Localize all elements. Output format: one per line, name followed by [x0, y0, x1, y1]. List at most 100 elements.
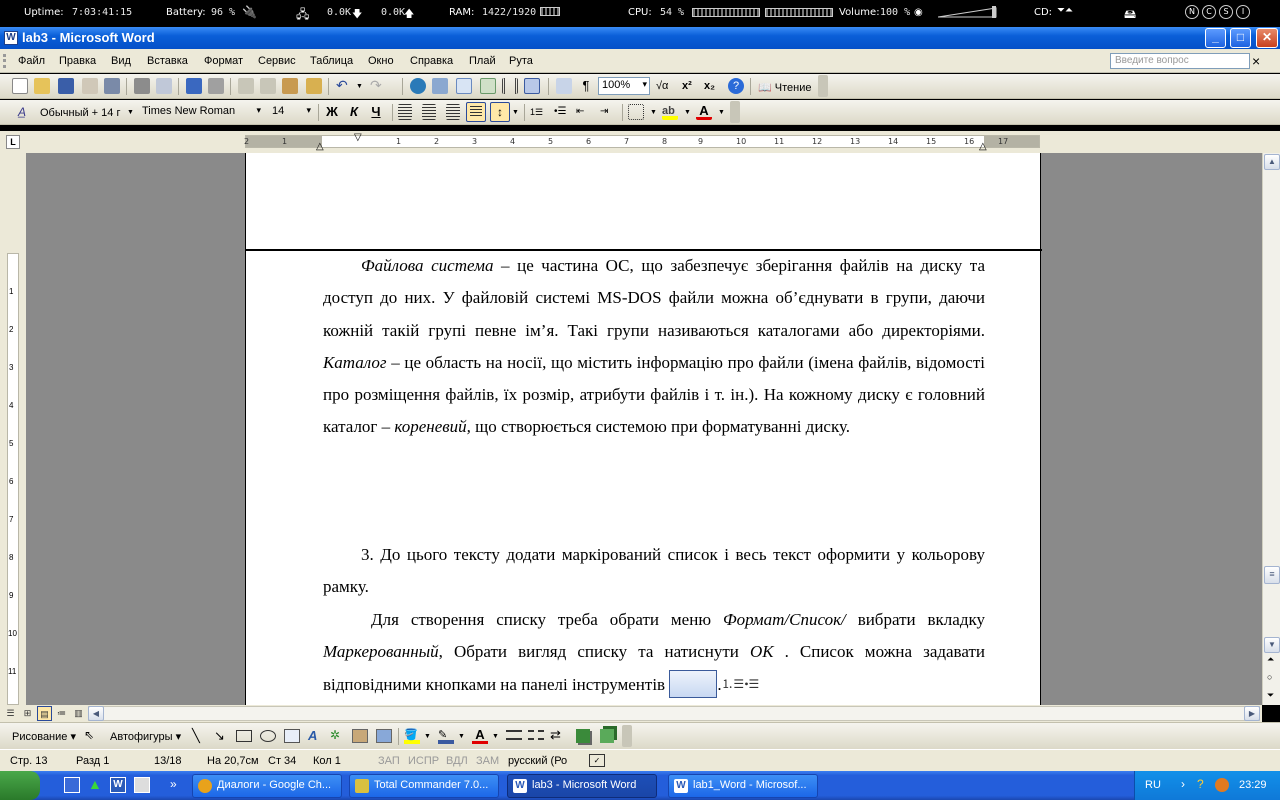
fill-color-icon[interactable]: 🪣 [404, 728, 420, 744]
line-color-dropdown-icon[interactable]: ▼ [458, 733, 465, 740]
drive-icon[interactable]: 🖴 [1124, 5, 1136, 26]
horizontal-scroll-track[interactable]: ◀ ▶ [88, 706, 1260, 721]
copy-icon[interactable] [260, 78, 276, 94]
align-center-icon[interactable] [422, 104, 436, 120]
email-icon[interactable] [104, 78, 120, 94]
scroll-down-button[interactable]: ▼ [1264, 637, 1280, 653]
subscript-icon[interactable]: x₂ [704, 78, 720, 94]
menu-edit[interactable]: Правка [59, 55, 96, 67]
spelling-status-icon[interactable]: ✓ [589, 754, 605, 767]
help-question-input[interactable]: Введите вопрос [1110, 53, 1250, 69]
arrow-style-icon[interactable]: ⇄ [550, 727, 561, 743]
bold-button[interactable]: Ж [324, 104, 340, 120]
font-size-combo[interactable]: 14 [268, 103, 314, 121]
borders-icon[interactable] [628, 104, 644, 120]
italic-button[interactable]: К [346, 104, 362, 120]
font-color-dropdown-icon[interactable]: ▼ [718, 109, 725, 116]
fill-color-dropdown-icon[interactable]: ▼ [424, 733, 431, 740]
drawing-icon[interactable] [524, 78, 540, 94]
save-icon[interactable] [58, 78, 74, 94]
decrease-indent-icon[interactable]: ⇤ [576, 104, 592, 120]
reading-mode-button[interactable]: 📖 Чтение [758, 81, 811, 94]
status-track-changes[interactable]: ИСПР [408, 755, 439, 767]
paragraph-task3[interactable]: 3. До цього тексту додати маркірований с… [323, 539, 985, 604]
toolbar-options-button[interactable] [622, 725, 632, 747]
horizontal-scrollbar[interactable]: ☰ ⊞ ▤ ≔ ▥ ◀ ▶ [0, 705, 1262, 722]
quicklaunch-word-icon[interactable]: W [110, 777, 126, 793]
undo-icon[interactable]: ↶ [336, 78, 352, 94]
equation-icon[interactable]: √α [656, 78, 672, 94]
menu-tools[interactable]: Сервис [258, 55, 296, 67]
print-icon[interactable] [134, 78, 150, 94]
speaker-icon[interactable]: ◉ [914, 7, 923, 18]
quicklaunch-triangle-icon[interactable]: ▲ [88, 776, 102, 792]
next-page-icon[interactable]: ⏷ [1267, 690, 1274, 701]
status-language[interactable]: русский (Ро [508, 755, 567, 767]
tray-app-icon[interactable] [1215, 778, 1229, 792]
font-color-icon[interactable]: A [696, 104, 712, 120]
oval-icon[interactable] [260, 730, 276, 742]
print-layout-icon[interactable]: ▤ [37, 706, 52, 721]
increase-indent-icon[interactable]: ⇥ [600, 104, 616, 120]
quicklaunch-more-button[interactable]: » [170, 777, 177, 791]
highlight-icon[interactable]: ab [662, 104, 678, 120]
borders-dropdown-icon[interactable]: ▼ [650, 109, 657, 116]
justify-button[interactable] [466, 102, 486, 122]
cd-eject-icon[interactable]: ⏷⏶ [1057, 5, 1073, 16]
status-record[interactable]: ЗАП [378, 755, 400, 767]
tab-selector[interactable]: L [6, 135, 20, 149]
zoom-combo[interactable]: 100% [598, 77, 650, 95]
hanging-indent-marker[interactable]: △ [316, 141, 324, 152]
line-spacing-icon[interactable]: ↕ [490, 102, 510, 122]
menu-help[interactable]: Справка [410, 55, 453, 67]
styles-pane-icon[interactable]: A̲ [18, 104, 34, 120]
maximize-button[interactable]: □ [1230, 28, 1251, 48]
highlight-dropdown-icon[interactable]: ▼ [684, 109, 691, 116]
paragraph-filesystem[interactable]: Файлова система – це частина ОС, що забе… [323, 250, 985, 444]
close-button[interactable]: ✕ [1256, 28, 1278, 48]
redo-icon[interactable]: ↷ [370, 78, 386, 94]
start-button[interactable] [0, 771, 40, 800]
numbering-icon[interactable]: 1☰ [530, 104, 546, 120]
permission-icon[interactable] [82, 78, 98, 94]
bullets-icon[interactable]: •☰ [554, 104, 570, 120]
scroll-thumb[interactable]: ≡ [1264, 566, 1280, 584]
document-map-icon[interactable] [556, 78, 572, 94]
cut-icon[interactable] [238, 78, 254, 94]
task-lab1-word[interactable]: Wlab1_Word - Microsof... [668, 774, 818, 798]
style-combo[interactable]: Обычный + 14 г [40, 107, 120, 119]
status-overtype[interactable]: ЗАМ [476, 755, 499, 767]
select-objects-icon[interactable]: ⇖ [84, 728, 94, 742]
menu-insert[interactable]: Вставка [147, 55, 188, 67]
word-app-icon[interactable]: W [4, 31, 18, 45]
style-dropdown-icon[interactable]: ▼ [127, 109, 134, 116]
picture-icon[interactable] [376, 729, 392, 743]
menu-table[interactable]: Таблица [310, 55, 353, 67]
reading-view-icon[interactable]: ▥ [71, 706, 86, 721]
align-right-icon[interactable] [446, 104, 460, 120]
scroll-left-button[interactable]: ◀ [88, 706, 104, 721]
line-color-icon[interactable]: ✎ [438, 728, 454, 744]
menu-view[interactable]: Вид [111, 55, 131, 67]
document-canvas[interactable]: Файлова система – це частина ОС, що забе… [0, 153, 1262, 705]
language-indicator[interactable]: RU [1145, 779, 1161, 791]
show-hide-icon[interactable]: ¶ [578, 78, 594, 94]
superscript-icon[interactable]: x² [682, 78, 698, 94]
insert-table-icon[interactable] [456, 78, 472, 94]
scroll-up-button[interactable]: ▲ [1264, 154, 1280, 170]
draw-font-color-dropdown-icon[interactable]: ▼ [492, 733, 499, 740]
textbox-icon[interactable] [284, 729, 300, 743]
open-folder-icon[interactable] [34, 78, 50, 94]
menu-format[interactable]: Формат [204, 55, 243, 67]
task-total-commander[interactable]: Total Commander 7.0... [349, 774, 499, 798]
right-indent-marker[interactable]: △ [979, 141, 987, 152]
align-left-icon[interactable] [398, 104, 412, 120]
browse-object-icon[interactable]: ○ [1267, 672, 1272, 682]
previous-page-icon[interactable]: ⏶ [1267, 654, 1274, 665]
normal-view-icon[interactable]: ☰ [3, 706, 18, 721]
scroll-right-button[interactable]: ▶ [1244, 706, 1260, 721]
first-line-indent-marker[interactable]: ▽ [354, 132, 362, 143]
print-preview-icon[interactable] [156, 78, 172, 94]
wordart-icon[interactable]: A [308, 728, 317, 743]
document-page[interactable]: Файлова система – це частина ОС, що забе… [245, 153, 1042, 705]
